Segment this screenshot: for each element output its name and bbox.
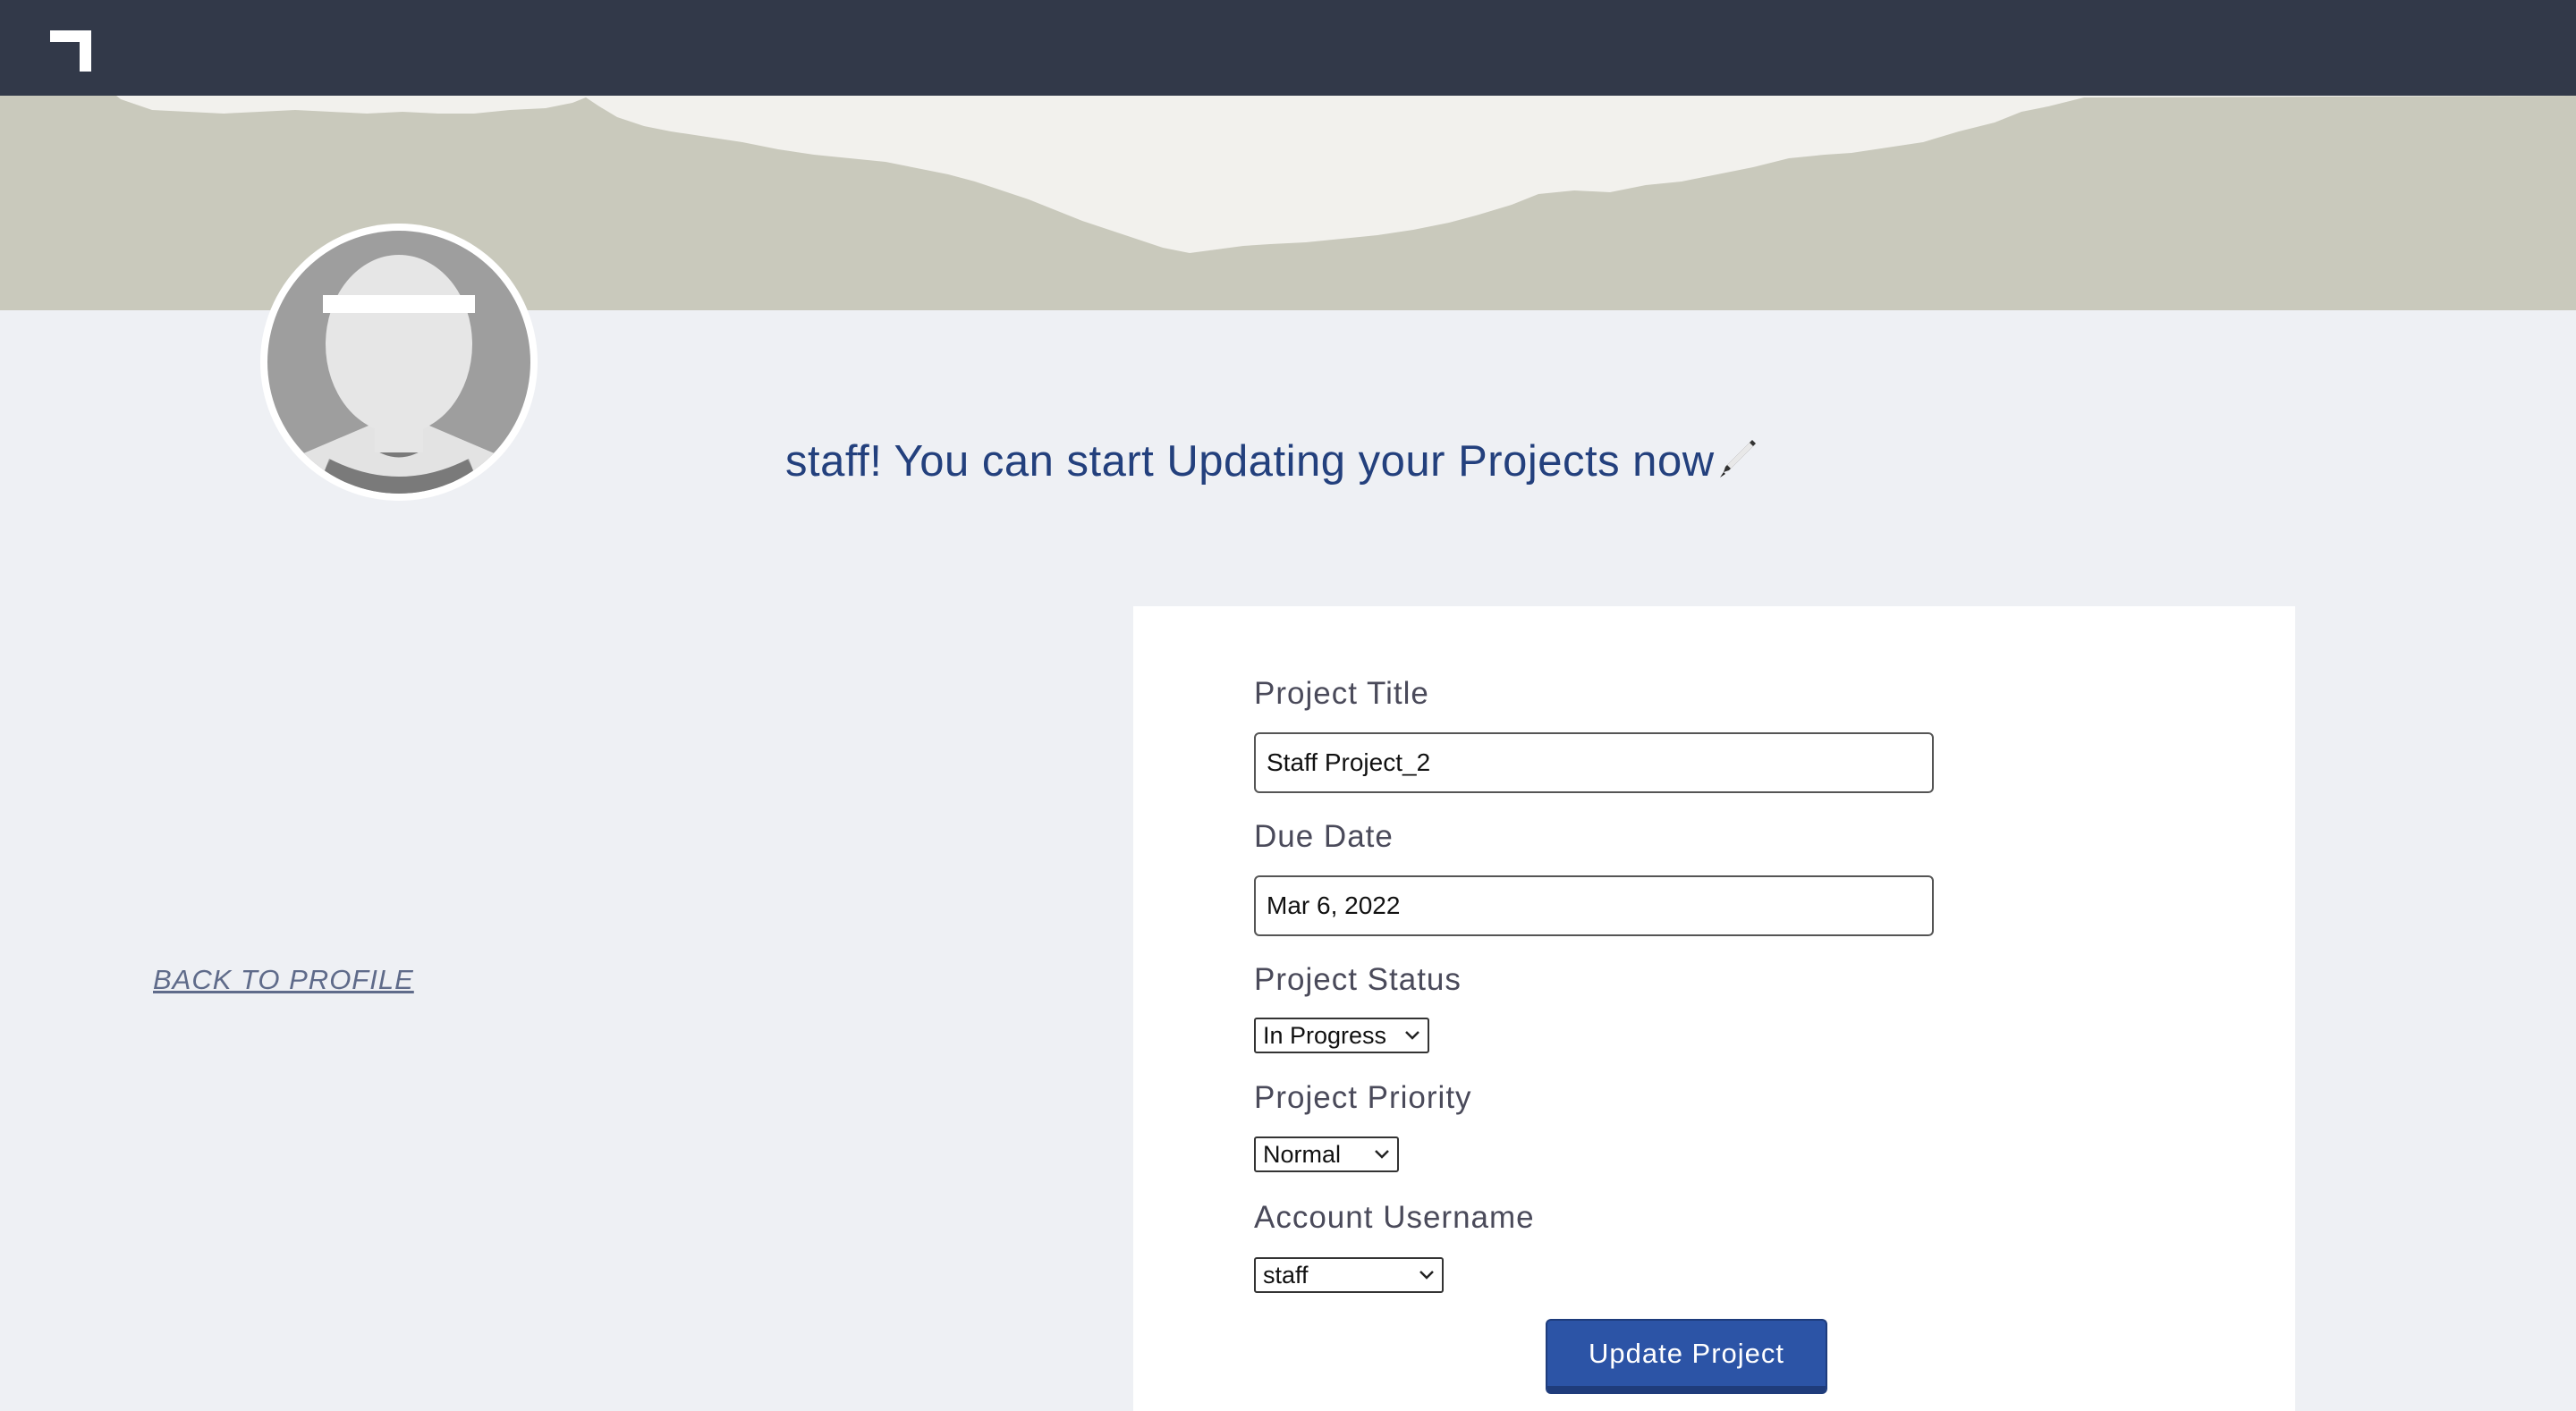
chevron-down-icon <box>1419 1271 1434 1280</box>
project-priority-label: Project Priority <box>1254 1080 1472 1115</box>
project-status-label: Project Status <box>1254 962 1462 997</box>
top-navbar <box>0 0 2576 96</box>
pen-icon <box>1719 440 1756 477</box>
due-date-label: Due Date <box>1254 819 1394 854</box>
account-username-select[interactable]: staff <box>1254 1257 1444 1293</box>
project-title-input[interactable] <box>1254 732 1934 793</box>
update-project-button[interactable]: Update Project <box>1546 1319 1827 1394</box>
due-date-input[interactable] <box>1254 875 1934 936</box>
account-username-value: staff <box>1263 1261 1309 1288</box>
user-silhouette-icon <box>267 231 530 494</box>
profile-avatar <box>260 224 538 501</box>
project-priority-select[interactable]: Normal <box>1254 1136 1399 1172</box>
headline-text: staff! You can start Updating your Proje… <box>785 437 1715 486</box>
project-status-select[interactable]: In Progress <box>1254 1018 1429 1053</box>
account-username-label: Account Username <box>1254 1200 1535 1235</box>
project-title-label: Project Title <box>1254 676 1429 711</box>
welcome-headline: staff! You can start Updating your Proje… <box>785 436 1759 486</box>
project-status-value: In Progress <box>1263 1021 1387 1049</box>
back-to-profile-link[interactable]: BACK TO PROFILE <box>153 964 414 996</box>
chevron-down-icon <box>1405 1031 1419 1040</box>
update-project-form: Project Title Due Date Project Status In… <box>1133 606 2295 1411</box>
corner-bracket-logo-icon[interactable] <box>50 30 91 72</box>
project-priority-value: Normal <box>1263 1140 1342 1168</box>
chevron-down-icon <box>1375 1150 1389 1159</box>
